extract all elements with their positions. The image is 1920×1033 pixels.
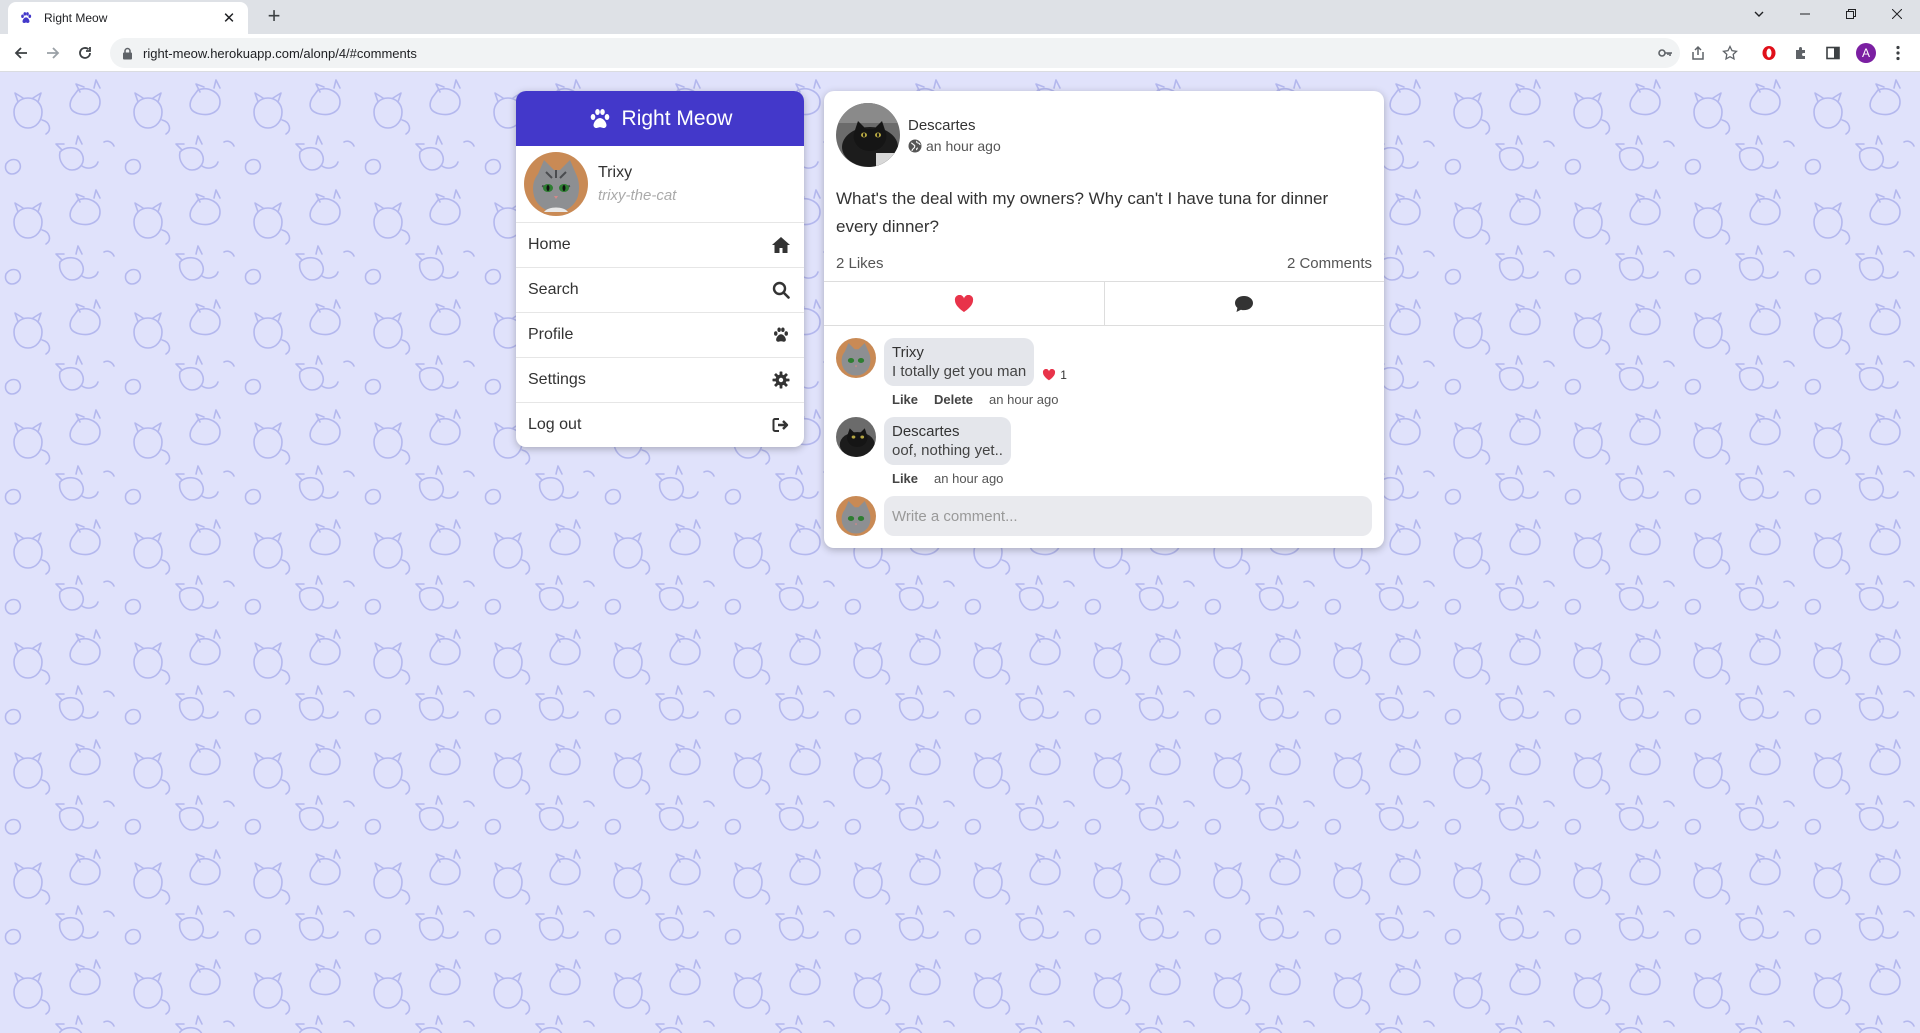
profile-initial: A	[1856, 43, 1876, 63]
comment-like-button[interactable]: Like	[892, 392, 918, 407]
post-text: What's the deal with my owners? Why can'…	[836, 189, 1329, 236]
post-timestamp: an hour ago	[926, 137, 1001, 154]
comment-delete-button[interactable]: Delete	[934, 392, 973, 407]
sidebar-item-label: Log out	[528, 416, 582, 433]
post-likes-count[interactable]: 2 Likes	[836, 255, 884, 281]
reload-icon[interactable]	[70, 38, 100, 68]
tab-title: Right Meow	[44, 11, 108, 25]
home-icon	[770, 236, 792, 254]
restore-button[interactable]	[1828, 0, 1874, 28]
heart-icon	[1042, 369, 1056, 381]
post-card: Descartes an hour ago What's the deal wi…	[824, 91, 1384, 548]
page-background: Right Meow Trixy trixy-the-cat Home Sear…	[0, 72, 1920, 1033]
tab-search-icon[interactable]	[1736, 0, 1782, 28]
avatar[interactable]	[836, 103, 900, 167]
browser-menu-icon[interactable]	[1885, 40, 1911, 66]
heart-icon	[954, 294, 974, 313]
sidebar-item-search[interactable]: Search	[516, 267, 804, 312]
avatar	[524, 152, 588, 216]
bookmark-star-icon[interactable]	[1717, 40, 1743, 66]
comment-author[interactable]: Trixy	[892, 344, 1026, 361]
comment-item: Descartes oof, nothing yet.. Like an hou…	[836, 417, 1372, 486]
sidebar-card: Right Meow Trixy trixy-the-cat Home Sear…	[516, 91, 804, 447]
back-icon[interactable]	[6, 38, 36, 68]
comment-timestamp: an hour ago	[989, 392, 1059, 407]
comment-icon	[1234, 295, 1254, 313]
sidebar-item-label: Search	[528, 281, 579, 298]
brand-header[interactable]: Right Meow	[516, 91, 804, 146]
comment-author[interactable]: Descartes	[892, 423, 1003, 440]
sidebar-item-settings[interactable]: Settings	[516, 357, 804, 402]
search-icon	[770, 281, 792, 299]
brand-name: Right Meow	[621, 106, 733, 130]
comment-text: oof, nothing yet..	[892, 442, 1003, 459]
extensions-puzzle-icon[interactable]	[1788, 40, 1814, 66]
profile-avatar-icon[interactable]: A	[1853, 40, 1879, 66]
new-tab-button[interactable]: +	[260, 5, 288, 29]
tab-close-icon[interactable]: ✕	[220, 9, 238, 27]
post-comments-count[interactable]: 2 Comments	[1287, 255, 1372, 281]
post-author[interactable]: Descartes	[908, 117, 1001, 134]
close-window-button[interactable]	[1874, 0, 1920, 28]
comment-button[interactable]	[1103, 282, 1385, 325]
key-icon[interactable]	[1652, 40, 1678, 66]
sidebar-item-label: Profile	[528, 326, 574, 343]
globe-icon	[908, 139, 922, 153]
browser-tab[interactable]: Right Meow ✕	[8, 2, 248, 34]
sidebar-item-home[interactable]: Home	[516, 222, 804, 267]
side-panel-icon[interactable]	[1820, 40, 1846, 66]
current-user[interactable]: Trixy trixy-the-cat	[516, 146, 804, 222]
comment-like-button[interactable]: Like	[892, 471, 918, 486]
paw-icon	[770, 326, 792, 344]
user-handle: trixy-the-cat	[598, 187, 677, 204]
write-comment-row	[836, 496, 1372, 536]
comments-section: Trixy I totally get you man 1 Like Delet	[824, 326, 1384, 548]
comment-like-count: 1	[1042, 368, 1067, 382]
share-icon[interactable]	[1685, 40, 1711, 66]
user-name: Trixy	[598, 164, 633, 181]
paw-icon	[588, 107, 612, 131]
browser-tabstrip: Right Meow ✕ +	[0, 0, 1920, 34]
avatar[interactable]	[836, 338, 876, 378]
forward-icon[interactable]	[38, 38, 68, 68]
minimize-button[interactable]	[1782, 0, 1828, 28]
address-bar[interactable]: right-meow.herokuapp.com/alonp/4/#commen…	[110, 38, 1680, 68]
lock-icon	[122, 47, 133, 60]
avatar	[836, 496, 876, 536]
comment-timestamp: an hour ago	[934, 471, 1004, 486]
comment-likes-value: 1	[1060, 368, 1067, 382]
opera-extension-icon[interactable]	[1756, 40, 1782, 66]
comment-text: I totally get you man	[892, 363, 1027, 380]
comment-bubble: Trixy I totally get you man	[884, 338, 1035, 386]
comment-item: Trixy I totally get you man 1 Like Delet	[836, 338, 1372, 407]
comment-input[interactable]	[884, 496, 1372, 536]
sidebar-item-label: Settings	[528, 371, 586, 388]
comment-bubble: Descartes oof, nothing yet..	[884, 417, 1011, 465]
gear-icon	[770, 371, 792, 389]
paw-icon	[18, 10, 34, 26]
sidebar-item-profile[interactable]: Profile	[516, 312, 804, 357]
like-button[interactable]	[824, 282, 1104, 325]
browser-toolbar: right-meow.herokuapp.com/alonp/4/#commen…	[0, 34, 1920, 72]
sidebar-item-logout[interactable]: Log out	[516, 402, 804, 447]
url-text: right-meow.herokuapp.com/alonp/4/#commen…	[143, 45, 417, 61]
logout-icon	[770, 417, 792, 433]
avatar[interactable]	[836, 417, 876, 457]
sidebar-item-label: Home	[528, 236, 571, 253]
